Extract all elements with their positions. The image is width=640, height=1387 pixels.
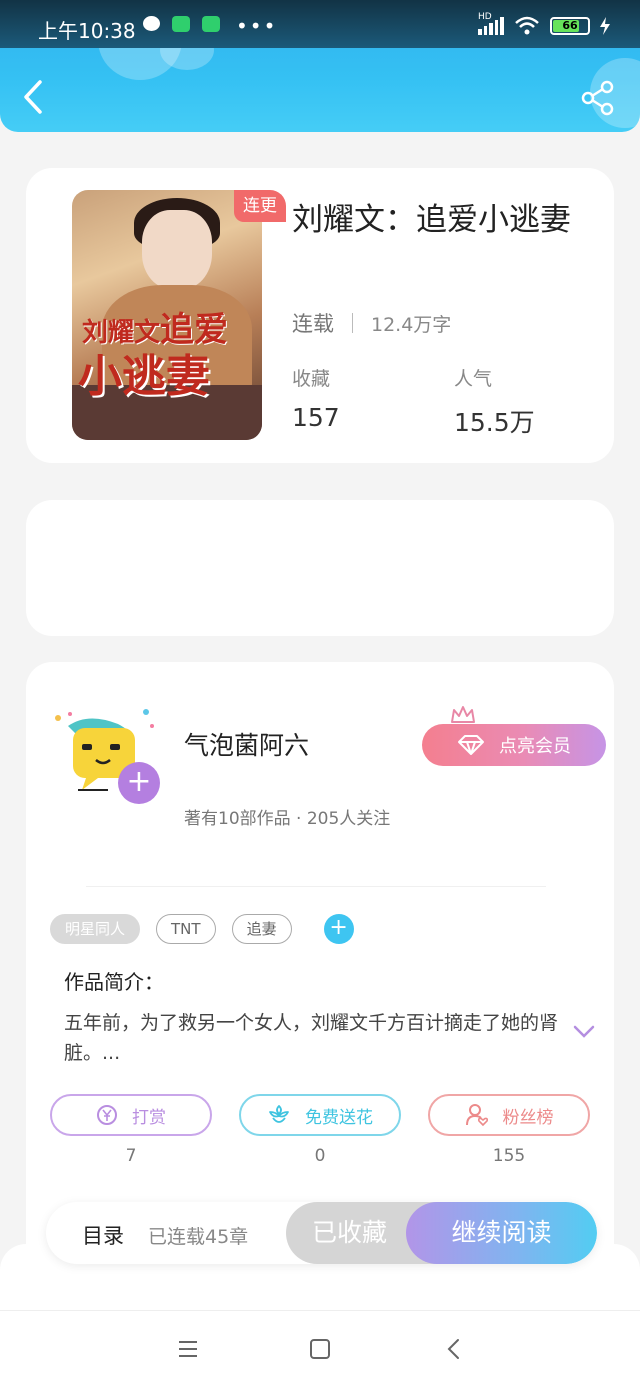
share-icon[interactable] [580, 80, 616, 116]
book-info-card: 刘耀文追爱 小逃妻 连更 刘耀文：追爱小逃妻 连载 12.4万字 收藏 157 … [26, 168, 614, 463]
reward-label: 打赏 [132, 1107, 166, 1128]
coin-icon [97, 1105, 117, 1125]
cover-figure [142, 210, 212, 290]
author-name[interactable]: 气泡菌阿六 [184, 726, 309, 762]
cover-title-main: 小逃妻 [78, 351, 210, 402]
book-status: 连载 [292, 312, 334, 336]
section-divider [86, 886, 546, 887]
fans-count: 155 [492, 1146, 526, 1166]
author-stats: 著有10部作品 · 205人关注 [184, 809, 391, 829]
vip-button-label: 点亮会员 [499, 736, 571, 757]
reward-count: 7 [125, 1146, 137, 1166]
fans-ranking-button[interactable]: 粉丝榜 [428, 1094, 590, 1136]
book-title: 刘耀文：追爱小逃妻 [292, 202, 571, 238]
tag-chip[interactable]: TNT [156, 914, 216, 944]
reward-button[interactable]: 打赏 [50, 1094, 212, 1136]
notification-icons [143, 16, 220, 32]
word-count: 12.4万字 [371, 313, 452, 336]
collect-value: 157 [292, 403, 340, 432]
nav-back-icon[interactable] [442, 1337, 466, 1361]
back-icon[interactable] [20, 78, 48, 116]
tag-list: 明星同人 TNT 追妻 + [50, 914, 354, 944]
send-flower-button[interactable]: 免费送花 [239, 1094, 401, 1136]
more-notifications-icon: ••• [236, 14, 278, 38]
flower-count: 0 [314, 1146, 326, 1166]
reading-action-bar: 目录 已连载45章 已收藏 继续阅读 [46, 1202, 597, 1264]
popularity-value: 15.5万 [454, 408, 535, 437]
top-header: 上午10:38 ••• HD 66 [0, 0, 640, 132]
home-icon[interactable] [308, 1337, 332, 1361]
fans-label: 粉丝榜 [502, 1107, 554, 1128]
flower-icon [269, 1105, 289, 1123]
popularity-stat: 人气 15.5万 [454, 364, 535, 439]
expand-chevron-icon[interactable] [572, 1022, 596, 1042]
diamond-icon [458, 735, 484, 755]
video-app-icon [202, 16, 220, 32]
vip-button[interactable]: 点亮会员 [422, 724, 606, 766]
collect-label: 收藏 [292, 368, 331, 390]
continue-reading-button[interactable]: 继续阅读 [406, 1202, 597, 1264]
add-tag-button[interactable]: + [323, 914, 354, 944]
popularity-label: 人气 [454, 368, 493, 390]
flower-action: 免费送花 0 [239, 1094, 401, 1166]
follow-author-button[interactable]: + [118, 762, 160, 804]
battery-icon: 66 [550, 17, 590, 35]
intro-title: 作品简介： [64, 970, 164, 994]
crown-icon [451, 706, 475, 723]
chapter-count[interactable]: 已连载45章 [148, 1222, 248, 1249]
chat-icon [143, 16, 160, 31]
menu-icon[interactable] [176, 1337, 200, 1361]
book-cover[interactable]: 刘耀文追爱 小逃妻 [72, 190, 262, 440]
status-bar: 上午10:38 ••• HD 66 [0, 0, 640, 48]
flower-label: 免费送花 [305, 1107, 373, 1128]
toc-button[interactable]: 目录 [82, 1220, 124, 1250]
intro-text: 五年前，为了救另一个女人，刘耀文千方百计摘走了她的肾脏。... [64, 1012, 559, 1064]
status-time: 上午10:38 [38, 19, 136, 43]
reward-action: 打赏 7 [50, 1094, 212, 1166]
action-row: 打赏 7 免费送花 0 粉丝榜 155 [50, 1094, 590, 1166]
system-icons: HD 66 [478, 12, 610, 36]
network-type: HD [478, 12, 492, 22]
collect-stat: 收藏 157 [292, 364, 340, 432]
empty-card [26, 500, 614, 636]
video-app-icon [172, 16, 190, 32]
meta-divider [352, 313, 353, 333]
wifi-icon [515, 16, 539, 35]
tag-chip[interactable]: 明星同人 [50, 914, 141, 944]
system-nav-bar [0, 1310, 640, 1387]
book-meta: 连载 12.4万字 [292, 308, 451, 338]
charging-icon [600, 17, 610, 35]
fan-user-icon [465, 1104, 488, 1127]
tag-chip[interactable]: 追妻 [231, 914, 292, 944]
update-badge: 连更 [234, 190, 286, 222]
fans-action: 粉丝榜 155 [428, 1094, 590, 1166]
